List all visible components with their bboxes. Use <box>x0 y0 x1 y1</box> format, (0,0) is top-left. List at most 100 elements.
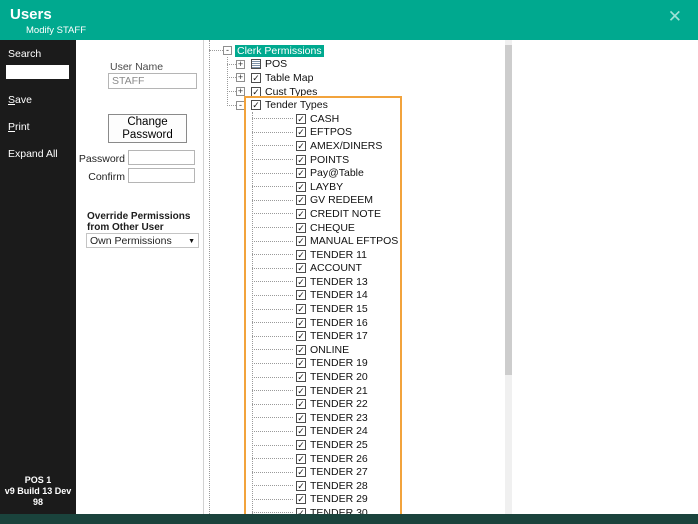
sidebar-item-print[interactable]: Print <box>0 106 76 133</box>
checkbox-checked-icon[interactable] <box>296 168 306 179</box>
tree-item[interactable]: CASH <box>204 112 512 126</box>
tree-item[interactable]: TENDER 23 <box>204 411 512 425</box>
status-footer: POS 1 v9 Build 13 Dev 98 <box>0 475 76 508</box>
checkbox-checked-icon[interactable] <box>296 467 306 478</box>
sidebar-item-expand-all[interactable]: Expand All <box>0 133 76 160</box>
checkbox-checked-icon[interactable] <box>296 304 306 315</box>
tree-item[interactable]: ACCOUNT <box>204 262 512 276</box>
checkbox-checked-icon[interactable] <box>296 290 306 301</box>
checkbox-checked-icon[interactable] <box>296 154 306 165</box>
tree-item[interactable]: TENDER 14 <box>204 289 512 303</box>
checkbox-checked-icon[interactable] <box>296 440 306 451</box>
tree-item[interactable]: CREDIT NOTE <box>204 207 512 221</box>
checkbox-checked-icon[interactable] <box>296 113 306 124</box>
user-name-field[interactable] <box>108 73 197 89</box>
users-window: Users Modify STAFF ✕ Search Save Print E… <box>0 0 698 524</box>
checkbox-checked-icon[interactable] <box>296 453 306 464</box>
page-title: Users <box>10 6 52 23</box>
checkbox-checked-icon[interactable] <box>296 507 306 514</box>
checkbox-checked-icon[interactable] <box>296 358 306 369</box>
checkbox-checked-icon[interactable] <box>296 222 306 233</box>
expand-icon[interactable]: + <box>236 73 245 83</box>
tree-item[interactable]: + POS <box>204 58 512 72</box>
tree-item[interactable]: TENDER 27 <box>204 465 512 479</box>
checkbox-checked-icon[interactable] <box>296 317 306 328</box>
tree-item[interactable]: TENDER 20 <box>204 370 512 384</box>
tree-item[interactable]: LAYBY <box>204 180 512 194</box>
password-field[interactable] <box>128 150 195 165</box>
checkbox-checked-icon[interactable] <box>296 331 306 342</box>
checkbox-checked-icon[interactable] <box>296 480 306 491</box>
tree-connector <box>252 362 293 364</box>
collapse-icon[interactable]: - <box>236 100 245 110</box>
tree-item[interactable]: TENDER 21 <box>204 384 512 398</box>
checkbox-checked-icon[interactable] <box>296 249 306 260</box>
tree-item[interactable]: POINTS <box>204 153 512 167</box>
collapse-icon[interactable]: - <box>223 46 232 56</box>
permissions-tree-panel: -Clerk Permissions+POS+Table Map+Cust Ty… <box>203 40 512 514</box>
tree-connector <box>252 254 293 256</box>
checkbox-checked-icon[interactable] <box>296 399 306 410</box>
tree-item[interactable]: TENDER 29 <box>204 493 512 507</box>
tree-item-label: CASH <box>310 112 340 125</box>
expand-icon[interactable]: + <box>236 59 245 69</box>
tree-item[interactable]: TENDER 17 <box>204 329 512 343</box>
password-label: Password <box>78 153 125 165</box>
tree-item[interactable]: GV REDEEM <box>204 194 512 208</box>
tree-item[interactable]: Pay@Table <box>204 166 512 180</box>
tree-item[interactable]: TENDER 11 <box>204 248 512 262</box>
checkbox-checked-icon[interactable] <box>296 140 306 151</box>
checkbox-checked-icon[interactable] <box>296 236 306 247</box>
tree-item[interactable]: TENDER 25 <box>204 438 512 452</box>
checkbox-checked-icon[interactable] <box>296 263 306 274</box>
tree-item[interactable]: TENDER 16 <box>204 316 512 330</box>
checkbox-checked-icon[interactable] <box>251 100 261 111</box>
tree-scrollbar[interactable] <box>505 40 512 514</box>
change-password-button[interactable]: Change Password <box>108 114 187 143</box>
tree-item-clerk-permissions[interactable]: - Clerk Permissions <box>204 44 512 58</box>
checkbox-checked-icon[interactable] <box>296 426 306 437</box>
tree-item-label: TENDER 19 <box>310 357 368 370</box>
tree-item[interactable]: ONLINE <box>204 343 512 357</box>
override-permissions-select[interactable]: Own Permissions ▼ <box>86 233 199 248</box>
tree-scrollbar-thumb[interactable] <box>505 45 512 375</box>
tree-item-label: ONLINE <box>310 343 350 356</box>
tree-item[interactable]: TENDER 15 <box>204 302 512 316</box>
checkbox-checked-icon[interactable] <box>296 208 306 219</box>
tree-connector <box>252 118 293 120</box>
tree-item[interactable]: TENDER 30 <box>204 506 512 514</box>
confirm-field[interactable] <box>128 168 195 183</box>
tree-item[interactable]: MANUAL EFTPOS <box>204 234 512 248</box>
tree-item[interactable]: TENDER 22 <box>204 397 512 411</box>
checkbox-checked-icon[interactable] <box>296 181 306 192</box>
tree-connector <box>252 159 293 161</box>
search-input[interactable] <box>6 65 69 79</box>
close-icon[interactable]: ✕ <box>668 7 682 27</box>
checkbox-checked-icon[interactable] <box>296 494 306 505</box>
checkbox-checked-icon[interactable] <box>296 412 306 423</box>
checkbox-checked-icon[interactable] <box>296 276 306 287</box>
tree-item[interactable]: TENDER 24 <box>204 425 512 439</box>
sidebar-item-save[interactable]: Save <box>0 79 76 106</box>
tree-item[interactable]: AMEX/DINERS <box>204 139 512 153</box>
tree-item[interactable]: TENDER 13 <box>204 275 512 289</box>
tree-item-label: TENDER 21 <box>310 384 368 397</box>
tree-item[interactable]: CHEQUE <box>204 221 512 235</box>
tree-item-label: Table Map <box>265 71 314 84</box>
expand-icon[interactable]: + <box>236 87 245 97</box>
checkbox-checked-icon[interactable] <box>251 86 261 97</box>
pos-grid-icon[interactable] <box>251 59 261 70</box>
tree-item[interactable]: TENDER 28 <box>204 479 512 493</box>
checkbox-checked-icon[interactable] <box>296 127 306 138</box>
checkbox-checked-icon[interactable] <box>296 372 306 383</box>
tree-item[interactable]: TENDER 19 <box>204 357 512 371</box>
tree-item[interactable]: + Cust Types <box>204 85 512 99</box>
tree-item[interactable]: + Table Map <box>204 71 512 85</box>
checkbox-checked-icon[interactable] <box>251 72 261 83</box>
tree-item[interactable]: - Tender Types <box>204 98 512 112</box>
tree-item[interactable]: EFTPOS <box>204 126 512 140</box>
checkbox-checked-icon[interactable] <box>296 344 306 355</box>
tree-item[interactable]: TENDER 26 <box>204 452 512 466</box>
checkbox-checked-icon[interactable] <box>296 385 306 396</box>
checkbox-checked-icon[interactable] <box>296 195 306 206</box>
